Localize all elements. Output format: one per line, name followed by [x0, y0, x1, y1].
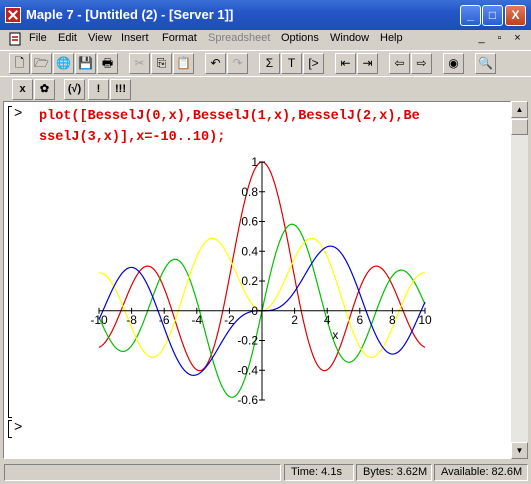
document-icon[interactable] — [8, 32, 22, 46]
command-line-2: sselJ(3,x)],x=-10..10); — [39, 130, 226, 145]
main-toolbar: 🗋 🗁 🌐 💾 🖶 ✂ ⎘ 📋 ↶ ↷ Σ T [> ⇤ ⇥ ⇦ ⇨ ◉ 🔍 — [0, 50, 531, 76]
menu-edit[interactable]: Edit — [58, 32, 77, 44]
maximize-button[interactable]: □ — [482, 5, 503, 26]
x-tick-label: 8 — [389, 313, 396, 327]
zoom-icon[interactable]: 🔍 — [475, 53, 496, 74]
window-title: Maple 7 - [Untitled (2) - [Server 1]] — [26, 7, 234, 22]
execution-group-bracket — [8, 106, 12, 418]
y-tick-label: 0.2 — [241, 274, 258, 288]
maple-leaf-icon[interactable]: ✿ — [34, 79, 55, 100]
status-time: Time: 4.1s — [284, 464, 354, 481]
execute-icon[interactable]: ! — [88, 79, 109, 100]
next-group-bracket — [8, 420, 12, 438]
auto-correct-icon[interactable]: (√) — [64, 79, 85, 100]
doc-restore-button[interactable]: ▫ — [492, 32, 507, 46]
x-tick-label: 2 — [291, 313, 298, 327]
menu-help[interactable]: Help — [380, 32, 403, 44]
indent-icon[interactable]: ⇥ — [357, 53, 378, 74]
copy-icon[interactable]: ⎘ — [151, 53, 172, 74]
text-icon[interactable]: T — [281, 53, 302, 74]
x-tick-label: 4 — [324, 313, 331, 327]
menu-options[interactable]: Options — [281, 32, 319, 44]
menu-file[interactable]: File — [29, 32, 47, 44]
bessel-plot[interactable]: -10 -8 -6 -4 -2 2 4 6 8 10 x -0.6 -0.4 -0.2 0 0.2 0.4 0.6… — [82, 154, 442, 414]
status-bar: Time: 4.1s Bytes: 3.62M Available: 82.6M — [0, 461, 531, 484]
y-tick-label: 1 — [251, 155, 258, 169]
sigma-icon[interactable]: Σ — [259, 53, 280, 74]
doc-close-button[interactable]: × — [510, 32, 525, 46]
status-message — [4, 464, 281, 481]
worksheet[interactable]: > plot([BesselJ(0,x),BesselJ(1,x),Bessel… — [3, 101, 511, 459]
y-tick-label: 0.8 — [241, 185, 258, 199]
open-url-icon[interactable]: 🌐 — [53, 53, 74, 74]
minimize-button[interactable]: _ — [460, 5, 481, 26]
menu-spreadsheet[interactable]: Spreadsheet — [208, 32, 270, 44]
paste-icon[interactable]: 📋 — [173, 53, 194, 74]
new-icon[interactable]: 🗋 — [9, 53, 30, 74]
menu-view[interactable]: View — [88, 32, 112, 44]
x-axis-label: x — [332, 328, 338, 342]
context-toolbar: x ✿ (√)!!!! — [0, 76, 531, 101]
outdent-icon[interactable]: ⇤ — [335, 53, 356, 74]
close-button[interactable]: X — [505, 5, 526, 26]
math-mode-icon[interactable]: x — [12, 79, 33, 100]
x-tick-label: -8 — [126, 313, 137, 327]
status-available: Available: 82.6M — [434, 464, 528, 481]
menu-insert[interactable]: Insert — [121, 32, 149, 44]
menu-format[interactable]: Format — [162, 32, 197, 44]
next-prompt[interactable]: > — [14, 420, 22, 436]
y-tick-label: -0.2 — [237, 334, 258, 348]
y-tick-label: 0.4 — [241, 244, 258, 258]
scroll-down-button[interactable]: ▼ — [511, 442, 528, 459]
x-tick-label: -2 — [224, 313, 235, 327]
x-tick-label: 10 — [418, 313, 432, 327]
vertical-scrollbar[interactable]: ▲ ▼ — [511, 101, 528, 459]
input-prompt: > — [14, 106, 23, 122]
forward-icon[interactable]: ⇨ — [411, 53, 432, 74]
y-tick-label: 0.6 — [241, 215, 258, 229]
print-icon[interactable]: 🖶 — [97, 53, 118, 74]
save-icon[interactable]: 💾 — [75, 53, 96, 74]
open-icon[interactable]: 🗁 — [31, 53, 52, 74]
scroll-up-button[interactable]: ▲ — [511, 101, 528, 118]
command-input[interactable]: plot([BesselJ(0,x),BesselJ(1,x),BesselJ(… — [39, 106, 509, 148]
x-tick-label: -10 — [90, 313, 108, 327]
maple-app-icon[interactable] — [5, 7, 21, 23]
x-tick-label: 6 — [356, 313, 363, 327]
stop-icon[interactable]: ◉ — [443, 53, 464, 74]
undo-icon[interactable]: ↶ — [205, 53, 226, 74]
x-tick-label: -6 — [159, 313, 170, 327]
menu-bar: File Edit View Insert Format Spreadsheet… — [0, 30, 531, 49]
title-bar[interactable]: Maple 7 - [Untitled (2) - [Server 1]] _ … — [0, 0, 531, 30]
prompt-icon[interactable]: [> — [303, 53, 324, 74]
back-icon[interactable]: ⇦ — [389, 53, 410, 74]
x-tick-label: -4 — [191, 313, 202, 327]
cut-icon[interactable]: ✂ — [129, 53, 150, 74]
y-tick-label: 0 — [251, 304, 258, 318]
scroll-thumb[interactable] — [511, 119, 528, 135]
redo-icon[interactable]: ↷ — [227, 53, 248, 74]
doc-minimize-button[interactable]: _ — [474, 32, 489, 46]
y-tick-label: -0.4 — [237, 363, 258, 377]
menu-window[interactable]: Window — [330, 32, 369, 44]
execute-all-icon[interactable]: !!! — [110, 79, 131, 100]
y-tick-label: -0.6 — [237, 393, 258, 407]
status-bytes: Bytes: 3.62M — [356, 464, 432, 481]
command-line-1: plot([BesselJ(0,x),BesselJ(1,x),BesselJ(… — [39, 109, 420, 124]
maple-window: Maple 7 - [Untitled (2) - [Server 1]] _ … — [0, 0, 531, 484]
